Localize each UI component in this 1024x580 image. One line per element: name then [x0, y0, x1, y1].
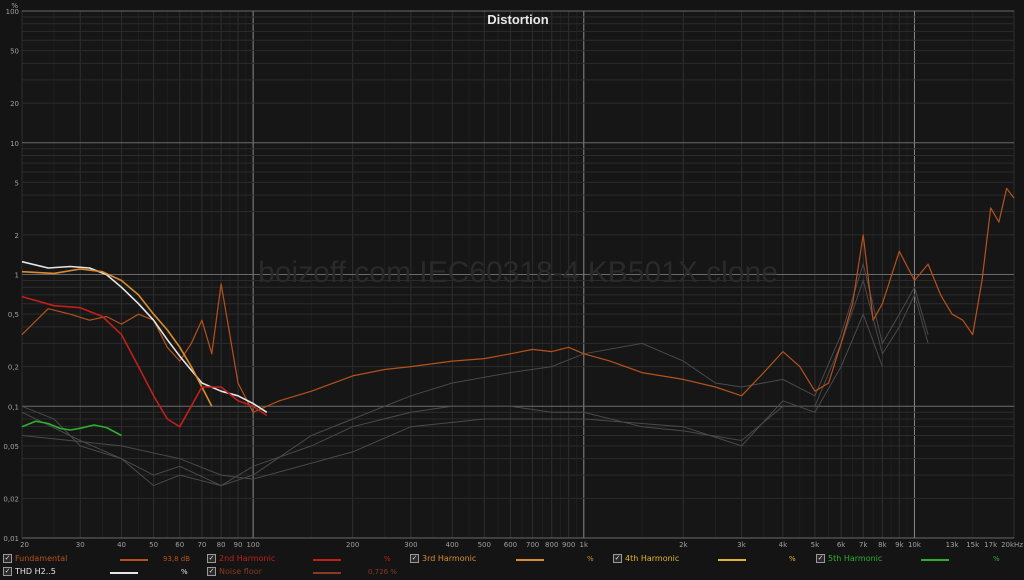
y-tick-label: 100 — [6, 8, 19, 16]
checkbox-4th-harmonic[interactable]: ✓ — [613, 554, 622, 563]
x-tick-label: 13k — [946, 541, 960, 549]
checkbox-5th-harmonic[interactable]: ✓ — [816, 554, 825, 563]
x-tick-label: 900 — [562, 541, 575, 549]
legend-label-4th-harmonic: 4th Harmonic — [625, 554, 680, 563]
unit-3rd-harmonic: % — [587, 555, 594, 563]
x-tick-label: 1k — [580, 541, 589, 549]
x-tick-label: 90 — [234, 541, 243, 549]
swatch-fundamental — [120, 559, 148, 561]
legend-item-2nd-harmonic[interactable]: ✓ 2nd Harmonic — [207, 553, 275, 564]
x-tick-label: 7k — [859, 541, 868, 549]
legend-item-5th-harmonic[interactable]: ✓ 5th Harmonic — [816, 553, 882, 564]
swatch-4th-harmonic — [718, 559, 746, 561]
swatch-5th-harmonic — [921, 559, 949, 561]
y-tick-label: 0,05 — [3, 443, 19, 451]
legend-label-thd: THD H2..5 — [15, 567, 56, 576]
x-tick-label: 50 — [149, 541, 158, 549]
legend-label-5th-harmonic: 5th Harmonic — [828, 554, 883, 563]
unit-4th-harmonic: % — [789, 555, 796, 563]
y-tick-label: 0,01 — [3, 535, 19, 543]
legend: ✓ Fundamental 93,8 dB ✓ 2nd Harmonic % ✓… — [0, 552, 1024, 580]
x-tick-label: 30 — [76, 541, 85, 549]
legend-item-4th-harmonic[interactable]: ✓ 4th Harmonic — [613, 553, 679, 564]
x-tick-label: 5k — [811, 541, 820, 549]
x-tick-label: 17k — [984, 541, 998, 549]
unit-2nd-harmonic: % — [384, 555, 391, 563]
y-tick-label: 5 — [15, 179, 19, 187]
distortion-chart: boizoff.com IEC60318-4 KB501X clone Disto… — [3, 2, 1023, 549]
checkbox-noise-floor[interactable]: ✓ — [207, 567, 216, 576]
y-tick-label: 0,1 — [8, 403, 19, 411]
y-tick-label: 2 — [15, 232, 19, 240]
legend-label-fundamental: Fundamental — [15, 554, 68, 563]
x-tick-label: 9k — [895, 541, 904, 549]
x-tick-label: 100 — [246, 541, 259, 549]
legend-label-2nd-harmonic: 2nd Harmonic — [219, 554, 276, 563]
unit-5th-harmonic: % — [993, 555, 1000, 563]
legend-label-3rd-harmonic: 3rd Harmonic — [422, 554, 477, 563]
swatch-thd — [110, 572, 138, 574]
legend-label-noise-floor: Noise floor — [219, 567, 262, 576]
legend-item-thd[interactable]: ✓ THD H2..5 — [3, 566, 56, 577]
y-tick-label: 1 — [15, 272, 19, 280]
y-tick-label: 50 — [10, 48, 19, 56]
y-tick-label: 0,5 — [8, 311, 19, 319]
x-tick-label: 20 — [20, 541, 29, 549]
y-tick-label: 20 — [10, 100, 19, 108]
x-tick-label: 2k — [679, 541, 688, 549]
value-fundamental: 93,8 dB — [163, 555, 191, 563]
swatch-3rd-harmonic — [516, 559, 544, 561]
checkbox-3rd-harmonic[interactable]: ✓ — [410, 554, 419, 563]
value-noise-floor: 0,726 % — [368, 568, 397, 576]
unit-thd: % — [181, 568, 188, 576]
x-tick-label: 70 — [197, 541, 206, 549]
checkbox-fundamental[interactable]: ✓ — [3, 554, 12, 563]
legend-item-3rd-harmonic[interactable]: ✓ 3rd Harmonic — [410, 553, 476, 564]
x-tick-label: 80 — [217, 541, 226, 549]
x-tick-label: 20kHz — [1001, 541, 1023, 549]
swatch-noise-floor — [313, 572, 341, 574]
x-tick-label: 3k — [737, 541, 746, 549]
y-tick-label: 0,02 — [3, 495, 19, 503]
y-tick-label: 10 — [10, 140, 19, 148]
x-tick-label: 500 — [478, 541, 491, 549]
x-tick-label: 200 — [346, 541, 359, 549]
checkbox-2nd-harmonic[interactable]: ✓ — [207, 554, 216, 563]
x-tick-label: 4k — [779, 541, 788, 549]
x-tick-label: 400 — [446, 541, 459, 549]
watermark: boizoff.com IEC60318-4 KB501X clone — [258, 256, 778, 289]
x-tick-label: 15k — [966, 541, 980, 549]
x-tick-label: 40 — [117, 541, 126, 549]
legend-item-fundamental[interactable]: ✓ Fundamental — [3, 553, 67, 564]
x-tick-label: 700 — [526, 541, 539, 549]
x-tick-label: 8k — [878, 541, 887, 549]
x-tick-label: 60 — [175, 541, 184, 549]
y-tick-label: 0,2 — [8, 364, 19, 372]
legend-item-noise-floor[interactable]: ✓ Noise floor — [207, 566, 262, 577]
checkbox-thd[interactable]: ✓ — [3, 567, 12, 576]
x-tick-label: 600 — [504, 541, 517, 549]
x-tick-label: 800 — [545, 541, 558, 549]
chart-title: Distortion — [487, 12, 548, 27]
x-tick-label: 300 — [404, 541, 417, 549]
x-tick-label: 10k — [908, 541, 922, 549]
x-tick-label: 6k — [837, 541, 846, 549]
swatch-2nd-harmonic — [313, 559, 341, 561]
